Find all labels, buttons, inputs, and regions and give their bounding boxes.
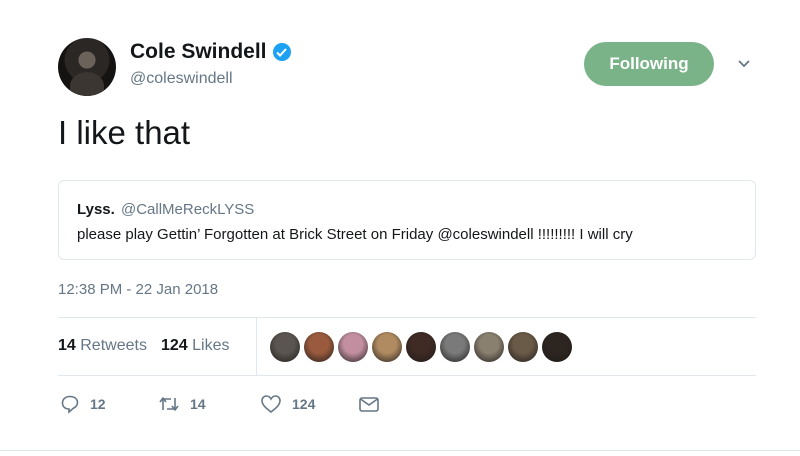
liker-avatar[interactable]: [338, 332, 368, 362]
quoted-author-name: Lyss.: [77, 201, 115, 218]
retweet-action[interactable]: 14: [158, 394, 206, 414]
retweets-label: Retweets: [80, 337, 147, 354]
author-avatar[interactable]: [58, 38, 116, 96]
retweets-stat[interactable]: 14 Retweets: [58, 337, 147, 355]
liker-avatar[interactable]: [304, 332, 334, 362]
bottom-divider: [0, 450, 800, 451]
divider: [58, 317, 756, 318]
like-action[interactable]: 124: [260, 394, 315, 414]
reply-action[interactable]: 12: [60, 394, 106, 414]
reply-count: 12: [90, 396, 106, 412]
likes-stat[interactable]: 124 Likes: [161, 337, 230, 355]
divider: [58, 375, 756, 376]
tweet-timestamp[interactable]: 12:38 PM - 22 Jan 2018: [58, 281, 218, 298]
quoted-author-handle: @CallMeReckLYSS: [120, 201, 255, 218]
tweet-stats: 14 Retweets 124 Likes: [58, 337, 229, 355]
likes-label: Likes: [192, 337, 230, 354]
chevron-down-icon[interactable]: [736, 58, 752, 70]
author-name-row[interactable]: Cole Swindell: [130, 40, 291, 64]
liker-avatar[interactable]: [270, 332, 300, 362]
verified-badge-icon: [272, 43, 291, 61]
retweet-icon: [159, 397, 179, 411]
stats-divider: [256, 318, 257, 375]
author-name[interactable]: Cole Swindell: [130, 40, 267, 64]
direct-message-action[interactable]: [358, 394, 380, 414]
retweet-count: 14: [190, 396, 206, 412]
liker-avatar[interactable]: [372, 332, 402, 362]
retweets-count: 14: [58, 337, 76, 354]
liker-avatars: [270, 332, 572, 362]
quoted-tweet-text: please play Gettin’ Forgotten at Brick S…: [77, 226, 633, 243]
liker-avatar[interactable]: [440, 332, 470, 362]
liker-avatar[interactable]: [406, 332, 436, 362]
like-count: 124: [292, 396, 316, 412]
likes-count: 124: [160, 337, 188, 354]
liker-avatar[interactable]: [474, 332, 504, 362]
quoted-tweet-header: Lyss. @CallMeReckLYSS: [77, 201, 254, 218]
author-handle[interactable]: @coleswindell: [130, 70, 233, 88]
quoted-tweet[interactable]: Lyss. @CallMeReckLYSS please play Gettin…: [58, 180, 756, 260]
tweet-text: I like that: [58, 114, 191, 151]
heart-icon: [261, 395, 281, 414]
envelope-icon: [359, 397, 379, 412]
liker-avatar[interactable]: [508, 332, 538, 362]
liker-avatar[interactable]: [542, 332, 572, 362]
reply-icon: [61, 395, 79, 414]
following-button[interactable]: Following: [584, 42, 714, 86]
